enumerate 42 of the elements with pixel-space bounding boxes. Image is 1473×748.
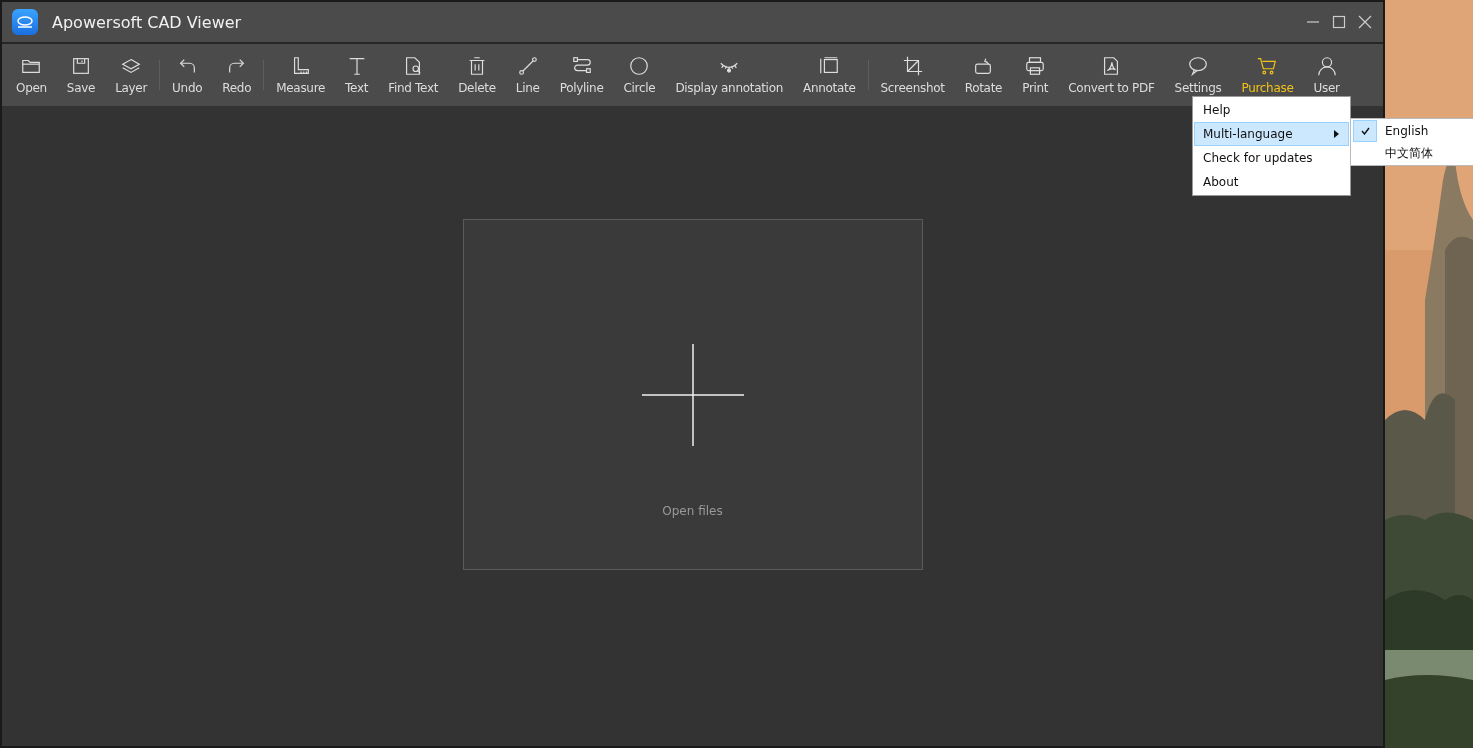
toolbar-button[interactable]: Redo bbox=[212, 51, 262, 99]
language-option[interactable]: English bbox=[1385, 124, 1429, 138]
toolbar-button[interactable]: User bbox=[1303, 51, 1350, 99]
user-icon bbox=[1315, 55, 1338, 77]
submenu-arrow-icon bbox=[1334, 130, 1340, 138]
toolbar-button[interactable]: Polyline bbox=[549, 51, 614, 99]
toolbar-button[interactable]: Measure bbox=[266, 51, 336, 99]
toolbar-button[interactable]: Annotate bbox=[793, 51, 866, 99]
toolbar-button[interactable]: Circle bbox=[613, 51, 666, 99]
toolbar-button[interactable]: Layer bbox=[105, 51, 158, 99]
toolbar-button[interactable]: Open bbox=[6, 51, 57, 99]
circle-icon bbox=[628, 55, 651, 77]
maximize-icon[interactable] bbox=[1331, 14, 1347, 30]
toolbar-button[interactable]: Find Text bbox=[378, 51, 449, 99]
cart-icon bbox=[1256, 55, 1279, 77]
toolbar-button[interactable]: Rotate bbox=[954, 51, 1013, 99]
open-files-area[interactable]: Open files bbox=[462, 218, 923, 570]
menu-item[interactable]: Check for updates bbox=[1194, 146, 1349, 170]
toolbar-button[interactable]: Print bbox=[1012, 51, 1059, 99]
toolbar-button[interactable]: Screenshot bbox=[870, 51, 955, 99]
toolbar-button[interactable]: Purchase bbox=[1231, 51, 1304, 99]
printer-icon bbox=[1024, 55, 1047, 77]
toolbar-button[interactable]: Undo bbox=[162, 51, 213, 99]
line-icon bbox=[516, 55, 539, 77]
menu-item[interactable]: Multi-language bbox=[1194, 122, 1349, 146]
plus-icon bbox=[641, 343, 744, 446]
close-icon[interactable] bbox=[1357, 14, 1373, 30]
toolbar-button[interactable]: Line bbox=[505, 51, 550, 99]
toolbar-button[interactable]: Delete bbox=[448, 51, 506, 99]
crop-icon bbox=[901, 55, 924, 77]
app-logo-icon bbox=[12, 9, 38, 35]
toolbar-button[interactable]: Text bbox=[335, 51, 379, 99]
window-title: Apowersoft CAD Viewer bbox=[52, 12, 243, 32]
language-option[interactable]: 中文简体 bbox=[1385, 144, 1433, 162]
toolbar-button[interactable]: Save bbox=[56, 51, 106, 99]
speech-bubble-icon bbox=[1187, 55, 1209, 77]
menu-item[interactable]: About bbox=[1194, 170, 1349, 194]
drop-label: Open files bbox=[662, 503, 723, 518]
toolbar-button[interactable]: Display annotation bbox=[665, 51, 793, 99]
toolbar-button[interactable]: Settings bbox=[1164, 51, 1232, 99]
menu-item[interactable]: Help bbox=[1194, 98, 1349, 122]
toolbar-button[interactable]: Convert to PDF bbox=[1058, 51, 1165, 99]
